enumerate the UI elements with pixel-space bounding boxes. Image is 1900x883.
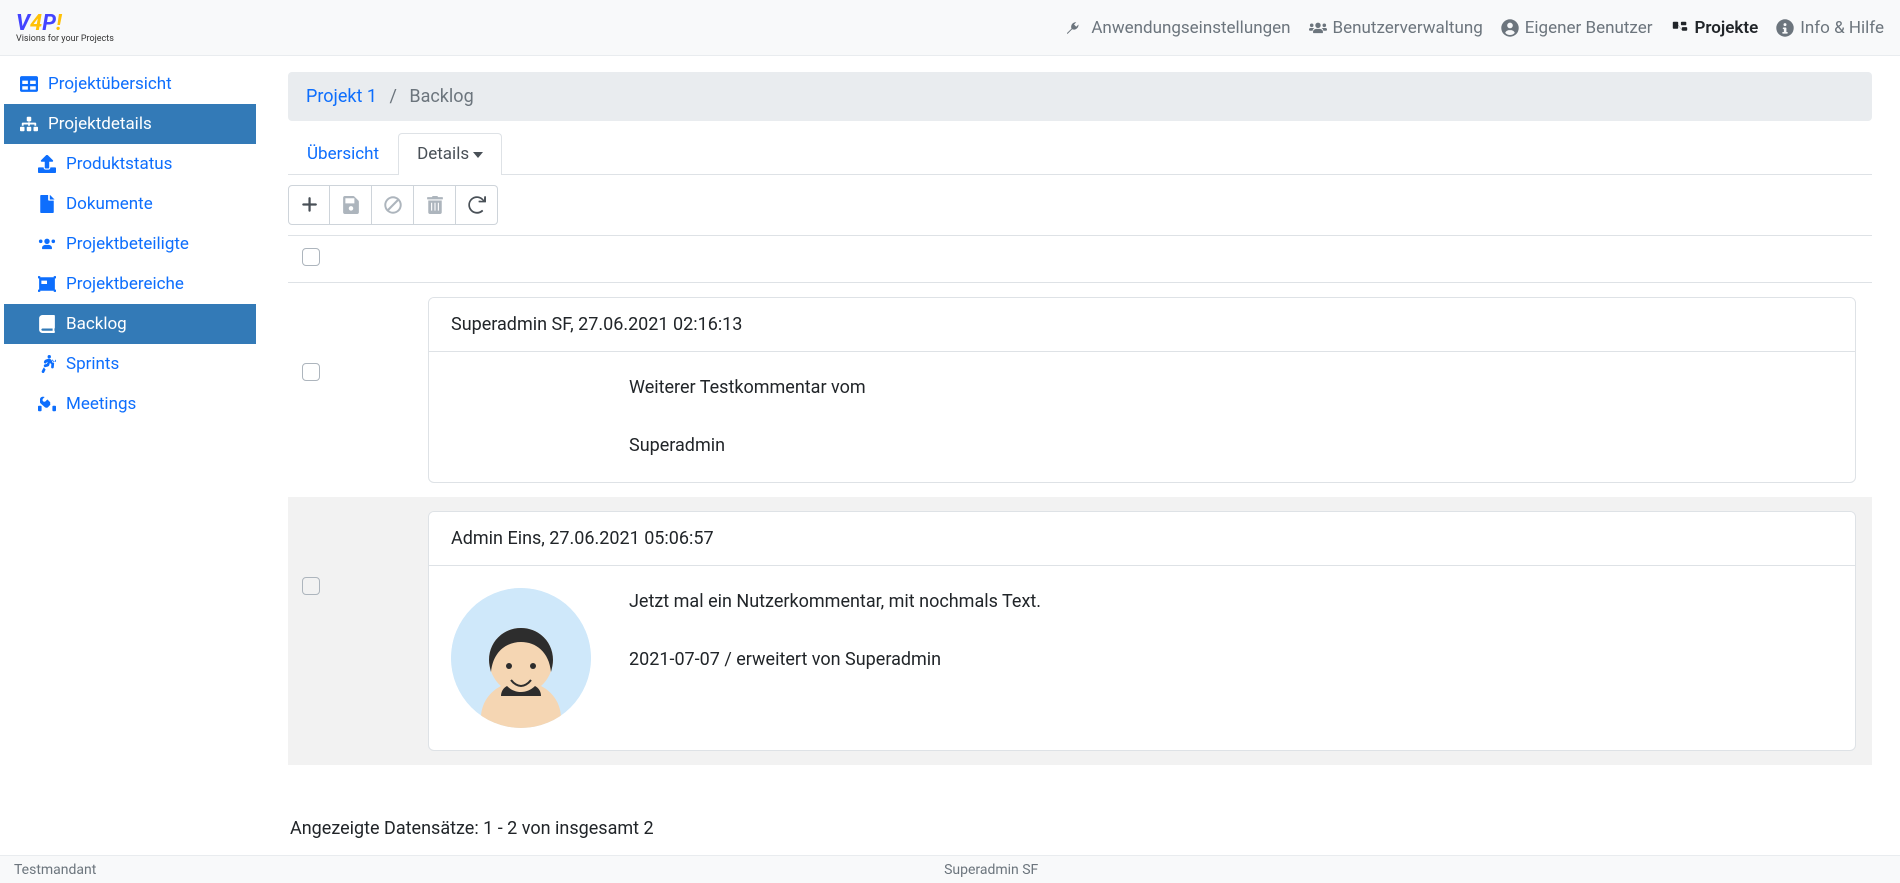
breadcrumb: Projekt 1 / Backlog [288, 72, 1872, 121]
redo-icon [468, 196, 486, 214]
sidebar-item-participants[interactable]: Projektbeteiligte [4, 224, 256, 264]
top-nav-links: Anwendungseinstellungen Benutzerverwaltu… [1067, 18, 1884, 38]
table-header-row [288, 236, 1872, 283]
save-icon [342, 196, 360, 214]
sidebar-item-project-overview[interactable]: Projektübersicht [4, 64, 256, 104]
file-icon [38, 195, 56, 213]
object-group-icon [38, 275, 56, 293]
comment-header: Admin Eins, 27.06.2021 05:06:57 [429, 512, 1855, 566]
delete-button[interactable] [414, 185, 456, 225]
status-center: Superadmin SF [944, 862, 1038, 878]
project-diagram-icon [1671, 19, 1689, 37]
main-content: Projekt 1 / Backlog Übersicht Details [260, 56, 1900, 855]
nav-app-settings[interactable]: Anwendungseinstellungen [1067, 18, 1290, 38]
sidebar-item-project-areas[interactable]: Projektbereiche [4, 264, 256, 304]
row-checkbox[interactable] [302, 577, 320, 595]
brand-logo[interactable]: V4P! Visions for your Projects [16, 11, 114, 44]
book-icon [38, 315, 56, 333]
status-left: Testmandant [14, 862, 96, 878]
trash-icon [426, 196, 444, 214]
comment-card: Superadmin SF, 27.06.2021 02:16:13 Weite… [428, 297, 1856, 483]
breadcrumb-project-link[interactable]: Projekt 1 [306, 86, 377, 107]
refresh-button[interactable] [456, 185, 498, 225]
top-navbar: V4P! Visions for your Projects Anwendung… [0, 0, 1900, 56]
comments-list[interactable]: Superadmin SF, 27.06.2021 02:16:13 Weite… [288, 283, 1872, 806]
tab-overview[interactable]: Übersicht [288, 133, 398, 174]
add-button[interactable] [288, 185, 330, 225]
chevron-down-icon [473, 152, 483, 158]
avatar [451, 588, 591, 728]
status-bar: Testmandant Superadmin SF [0, 855, 1900, 883]
cancel-button[interactable] [372, 185, 414, 225]
nav-own-user[interactable]: Eigener Benutzer [1501, 18, 1653, 38]
sidebar-item-sprints[interactable]: Sprints [4, 344, 256, 384]
sidebar-item-backlog[interactable]: Backlog [4, 304, 256, 344]
select-all-checkbox[interactable] [302, 248, 320, 266]
nav-user-management[interactable]: Benutzerverwaltung [1309, 18, 1483, 38]
running-icon [38, 355, 56, 373]
nav-info-help[interactable]: Info & Hilfe [1776, 18, 1884, 38]
tabs: Übersicht Details [288, 133, 1872, 175]
brand-tagline: Visions for your Projects [16, 34, 114, 44]
comment-text: Weiterer Testkommentar vom Superadmin [629, 374, 866, 460]
users-group-icon [38, 235, 56, 253]
users-icon [1309, 19, 1327, 37]
plus-icon [300, 196, 318, 214]
comment-text: Jetzt mal ein Nutzerkommentar, mit nochm… [629, 588, 1041, 728]
sitemap-icon [20, 115, 38, 133]
nav-projects[interactable]: Projekte [1671, 18, 1759, 38]
toolbar [288, 175, 1872, 236]
table-icon [20, 75, 38, 93]
info-circle-icon [1776, 19, 1794, 37]
sidebar-item-project-details[interactable]: Projektdetails [4, 104, 256, 144]
table-row: Superadmin SF, 27.06.2021 02:16:13 Weite… [288, 283, 1872, 497]
sidebar-item-meetings[interactable]: Meetings [4, 384, 256, 424]
table-row: Admin Eins, 27.06.2021 05:06:57 Jetzt ma… [288, 497, 1872, 765]
breadcrumb-current: Backlog [409, 86, 473, 107]
sidebar: Projektübersicht Projektdetails Produkts… [0, 56, 260, 855]
comment-header: Superadmin SF, 27.06.2021 02:16:13 [429, 298, 1855, 352]
handshake-icon [38, 395, 56, 413]
comment-card: Admin Eins, 27.06.2021 05:06:57 Jetzt ma… [428, 511, 1856, 751]
upload-icon [38, 155, 56, 173]
row-checkbox[interactable] [302, 363, 320, 381]
user-circle-icon [1501, 19, 1519, 37]
ban-icon [384, 196, 402, 214]
save-button[interactable] [330, 185, 372, 225]
sidebar-item-documents[interactable]: Dokumente [4, 184, 256, 224]
record-counter: Angezeigte Datensätze: 1 - 2 von insgesa… [288, 806, 1872, 839]
sidebar-item-product-status[interactable]: Produktstatus [4, 144, 256, 184]
wrench-icon [1067, 19, 1085, 37]
tab-details[interactable]: Details [398, 133, 502, 175]
